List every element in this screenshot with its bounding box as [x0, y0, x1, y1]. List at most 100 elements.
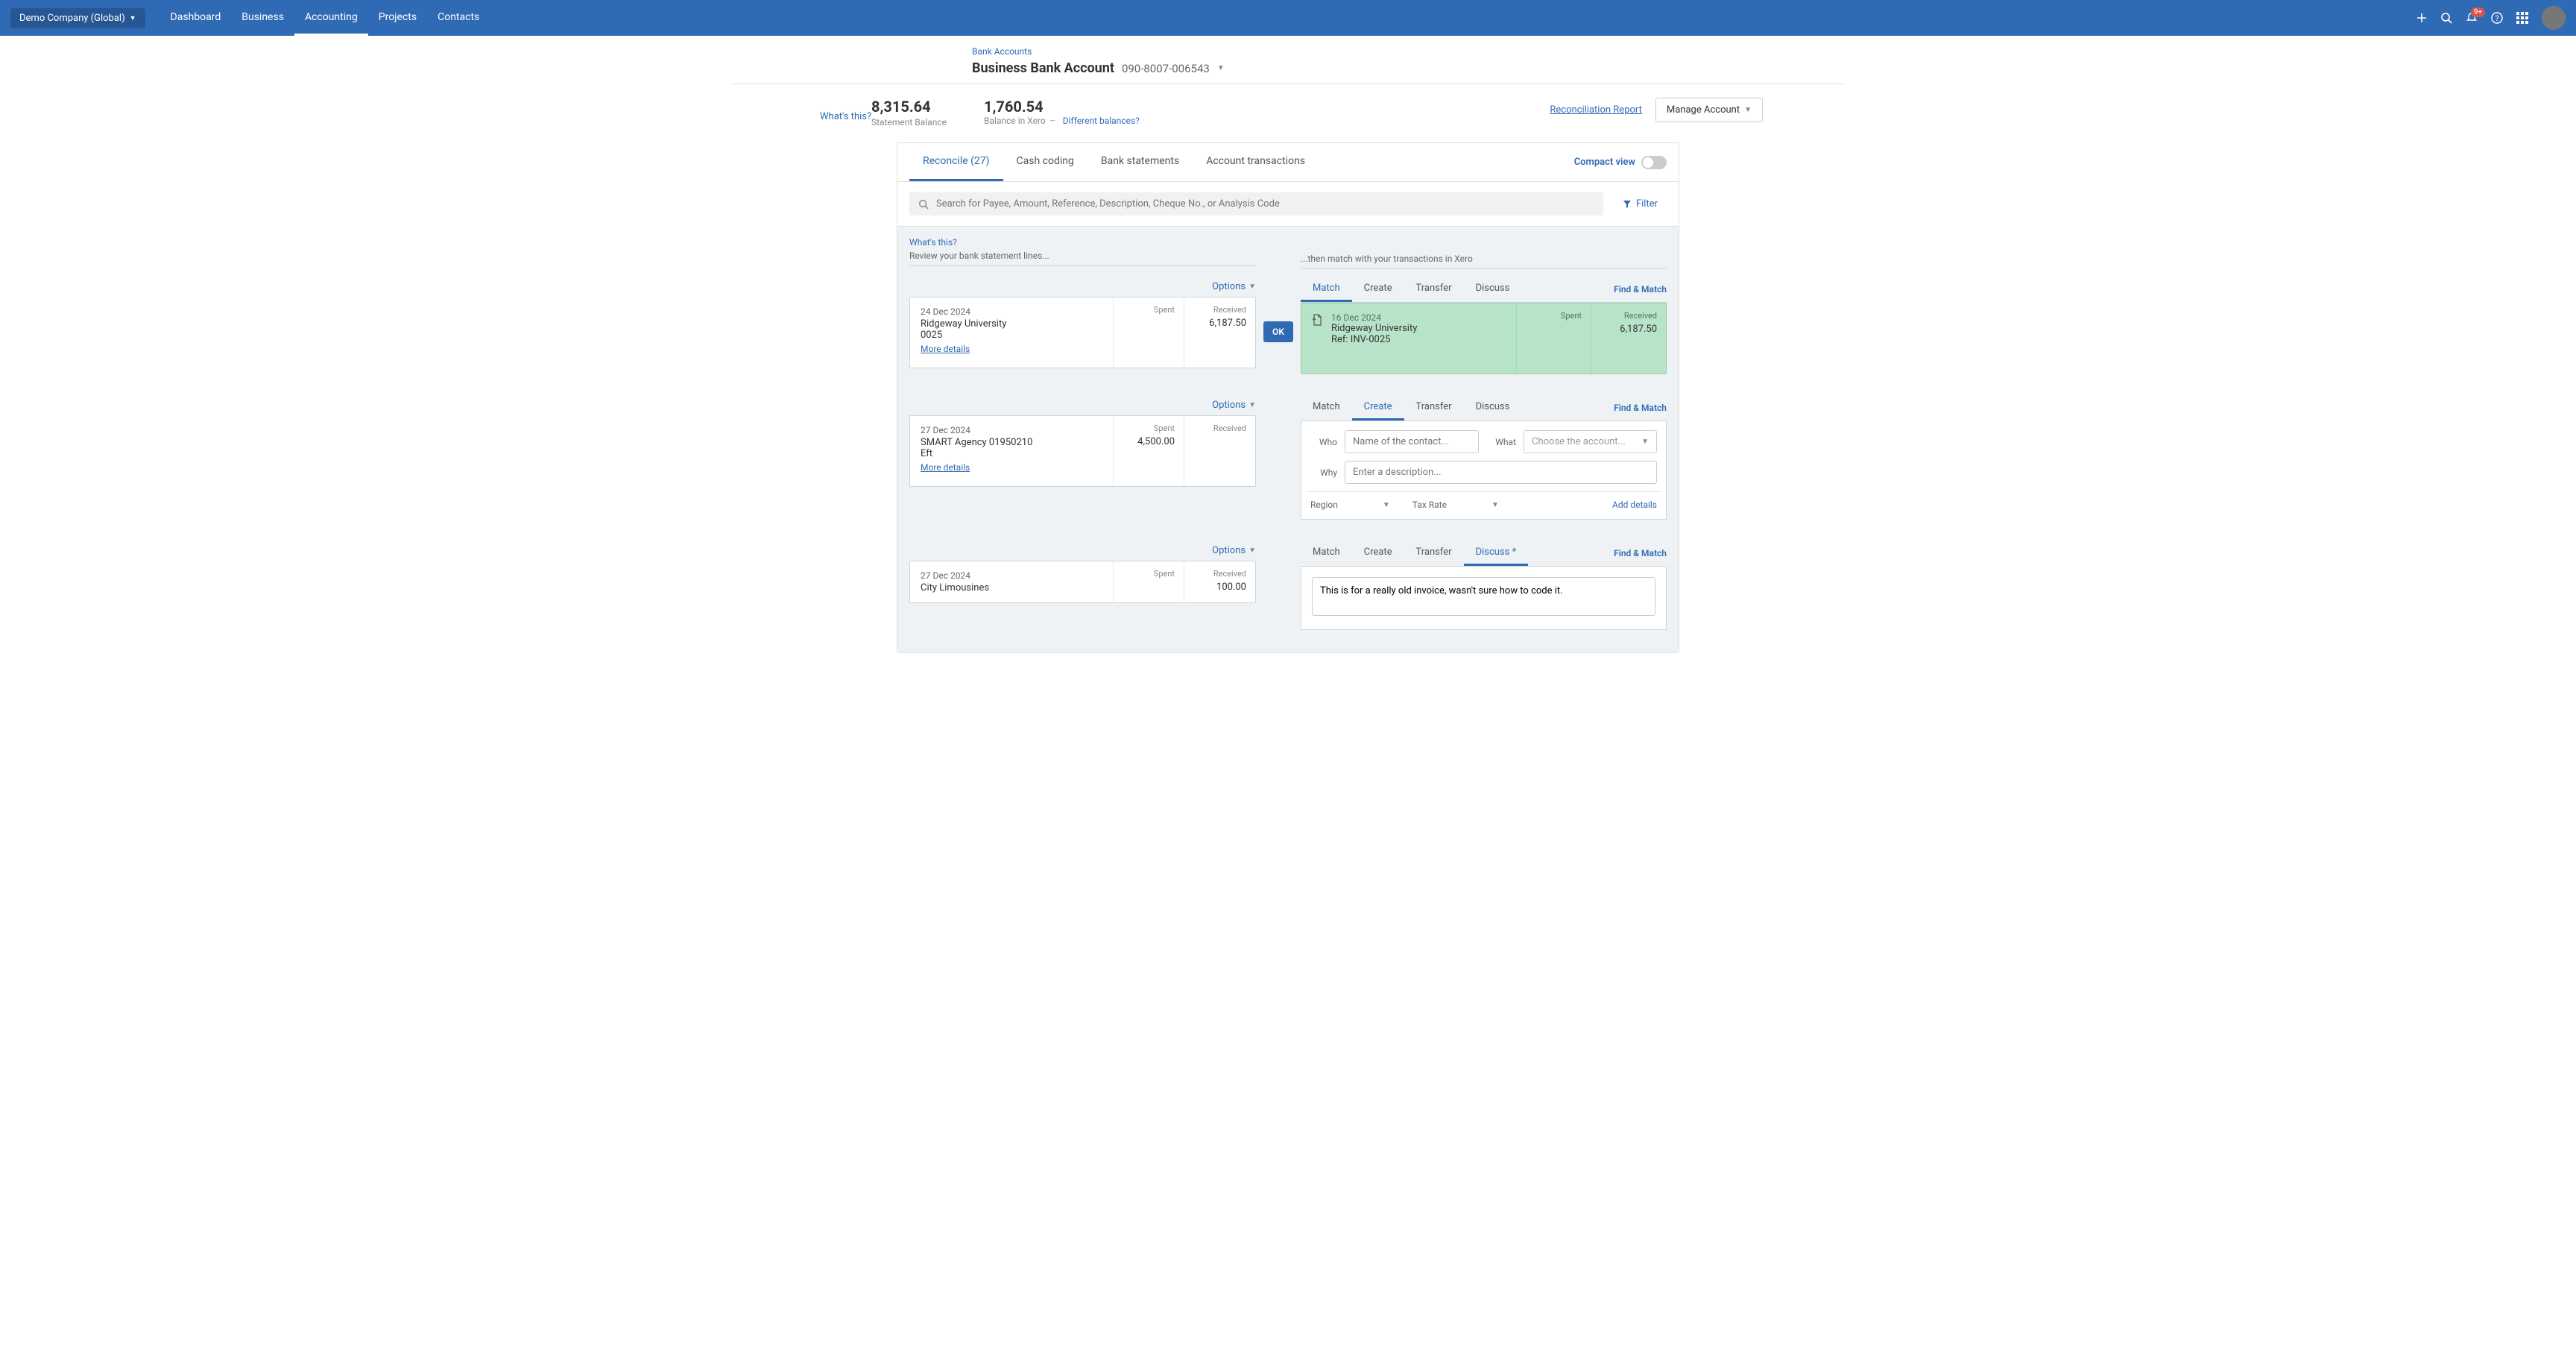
options-button[interactable]: Options ▼: [1212, 281, 1256, 292]
options-button[interactable]: Options ▼: [1212, 400, 1256, 411]
add-icon[interactable]: [2416, 13, 2427, 23]
compact-view-label: Compact view: [1574, 157, 1635, 168]
manage-account-label: Manage Account: [1667, 104, 1740, 116]
find-match-link[interactable]: Find & Match: [1614, 548, 1667, 558]
search-input[interactable]: [936, 198, 1594, 210]
tab-bank-statements[interactable]: Bank statements: [1087, 143, 1193, 181]
xero-balance-block: 1,760.54 Balance in Xero – Different bal…: [984, 98, 1140, 127]
add-details-link[interactable]: Add details: [1612, 500, 1657, 510]
stmt-ref: Eft: [921, 448, 1102, 459]
left-instruction: Review your bank statement lines...: [909, 251, 1256, 266]
manage-account-button[interactable]: Manage Account ▼: [1655, 98, 1763, 122]
create-panel: Who What Choose the account... ▼ Why: [1301, 421, 1667, 520]
tab-account-transactions[interactable]: Account transactions: [1193, 143, 1319, 181]
rtab-match[interactable]: Match: [1301, 395, 1352, 421]
whats-this-link[interactable]: What's this?: [909, 237, 957, 248]
match-payee: Ridgeway University: [1331, 323, 1417, 334]
rtab-transfer[interactable]: Transfer: [1404, 395, 1464, 421]
stmt-payee: City Limousines: [921, 582, 1102, 593]
spent-header: Spent: [1526, 311, 1582, 321]
account-title: Business Bank Account: [972, 60, 1114, 76]
find-match-link[interactable]: Find & Match: [1614, 284, 1667, 295]
reconciliation-report-link[interactable]: Reconciliation Report: [1550, 104, 1642, 116]
spent-header: Spent: [1123, 423, 1175, 433]
nav-accounting[interactable]: Accounting: [294, 0, 368, 36]
account-number: 090-8007-006543: [1122, 62, 1210, 75]
more-details-link[interactable]: More details: [921, 462, 970, 473]
match-tabs: Match Create Transfer Discuss * Find & M…: [1301, 541, 1667, 567]
received-header: Received: [1600, 311, 1657, 321]
statement-line: 27 Dec 2024 City Limousines Spent Receiv…: [909, 561, 1256, 603]
filter-label: Filter: [1636, 198, 1658, 210]
rtab-transfer[interactable]: Transfer: [1404, 277, 1464, 302]
find-match-link[interactable]: Find & Match: [1614, 403, 1667, 413]
apps-icon[interactable]: [2516, 12, 2528, 24]
why-label: Why: [1310, 467, 1337, 478]
rtab-match[interactable]: Match: [1301, 541, 1352, 566]
filter-button[interactable]: Filter: [1614, 192, 1667, 215]
rtab-create[interactable]: Create: [1352, 395, 1404, 421]
whats-this-link[interactable]: What's this?: [820, 111, 871, 122]
svg-text:?: ?: [2496, 15, 2499, 23]
chevron-down-icon: ▼: [1491, 501, 1499, 509]
who-input[interactable]: [1345, 430, 1479, 453]
tab-reconcile[interactable]: Reconcile (27): [909, 143, 1003, 181]
ok-button[interactable]: OK: [1263, 321, 1293, 342]
what-select[interactable]: Choose the account... ▼: [1524, 430, 1657, 453]
stmt-ref: 0025: [921, 330, 1102, 341]
nav-projects[interactable]: Projects: [368, 0, 427, 36]
stmt-date: 27 Dec 2024: [921, 425, 1102, 435]
rtab-discuss[interactable]: Discuss: [1464, 395, 1522, 421]
nav-dashboard[interactable]: Dashboard: [160, 0, 232, 36]
reconcile-area: What's this? Review your bank statement …: [897, 227, 1679, 652]
rtab-match[interactable]: Match: [1301, 277, 1352, 302]
top-nav: Demo Company (Global) ▼ Dashboard Busine…: [0, 0, 2576, 36]
rtab-discuss[interactable]: Discuss *: [1464, 541, 1529, 566]
search-icon[interactable]: [2440, 12, 2452, 24]
chevron-down-icon: ▼: [1248, 547, 1256, 555]
tab-cash-coding[interactable]: Cash coding: [1003, 143, 1087, 181]
received-header: Received: [1193, 305, 1246, 315]
stmt-date: 27 Dec 2024: [921, 570, 1102, 581]
compact-toggle[interactable]: [1641, 156, 1667, 169]
compact-view-toggle: Compact view: [1574, 156, 1667, 169]
chevron-down-icon: ▼: [1248, 401, 1256, 409]
stmt-payee: Ridgeway University: [921, 318, 1102, 330]
chevron-down-icon: ▼: [1744, 106, 1752, 114]
filter-icon: [1623, 200, 1632, 209]
rtab-transfer[interactable]: Transfer: [1404, 541, 1464, 566]
rtab-discuss[interactable]: Discuss: [1464, 277, 1522, 302]
notifications-icon[interactable]: 9+: [2466, 12, 2478, 24]
match-ref: Ref: INV-0025: [1331, 334, 1417, 345]
statement-balance-amount: 8,315.64: [871, 98, 947, 116]
discuss-panel: [1301, 567, 1667, 630]
more-details-link[interactable]: More details: [921, 344, 970, 354]
help-icon[interactable]: ?: [2491, 12, 2503, 24]
region-select[interactable]: Region ▼: [1310, 500, 1390, 510]
chevron-down-icon: ▼: [1641, 438, 1649, 446]
company-selector[interactable]: Demo Company (Global) ▼: [10, 8, 145, 28]
chevron-down-icon: ▼: [1383, 501, 1390, 509]
received-value: 6,187.50: [1193, 318, 1246, 329]
breadcrumb[interactable]: Bank Accounts: [972, 46, 1032, 57]
search-icon: [918, 199, 929, 210]
discuss-textarea[interactable]: [1312, 577, 1655, 616]
chevron-down-icon: ▼: [130, 14, 136, 22]
spent-value: 4,500.00: [1123, 436, 1175, 447]
nav-business[interactable]: Business: [231, 0, 294, 36]
chevron-down-icon[interactable]: ▼: [1217, 64, 1225, 72]
nav-links: Dashboard Business Accounting Projects C…: [160, 0, 490, 36]
main-tabs: Reconcile (27) Cash coding Bank statemen…: [897, 143, 1679, 182]
different-balances-link[interactable]: Different balances?: [1063, 116, 1140, 126]
options-button[interactable]: Options ▼: [1212, 545, 1256, 556]
avatar[interactable]: [2542, 6, 2566, 30]
rtab-create[interactable]: Create: [1352, 541, 1404, 566]
matched-transaction[interactable]: 16 Dec 2024 Ridgeway University Ref: INV…: [1301, 303, 1667, 374]
tax-rate-select[interactable]: Tax Rate ▼: [1412, 500, 1499, 510]
xero-balance-label: Balance in Xero: [984, 116, 1046, 126]
rtab-create[interactable]: Create: [1352, 277, 1404, 302]
balance-section: What's this? 8,315.64 Statement Balance …: [813, 84, 1763, 127]
why-input[interactable]: [1345, 461, 1657, 484]
document-icon: [1312, 314, 1324, 365]
nav-contacts[interactable]: Contacts: [427, 0, 490, 36]
